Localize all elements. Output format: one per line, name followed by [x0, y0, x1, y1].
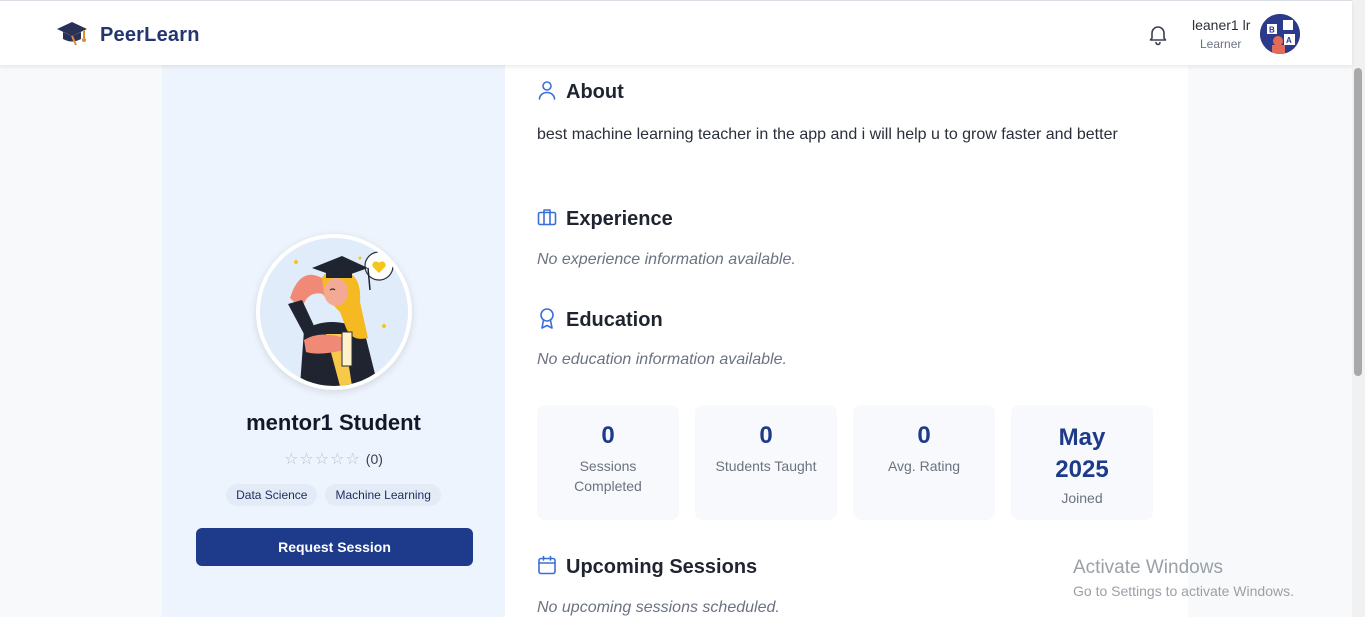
stat-card-sessions: 0 Sessions Completed: [537, 405, 679, 520]
calendar-icon: [537, 555, 557, 580]
brand-logo[interactable]: PeerLearn: [56, 19, 200, 52]
windows-activation-watermark: Activate Windows Go to Settings to activ…: [1073, 557, 1294, 599]
user-role: Learner: [1200, 37, 1242, 51]
rating-count: (0): [365, 451, 383, 467]
request-session-button[interactable]: Request Session: [196, 528, 473, 566]
upcoming-empty-text: No upcoming sessions scheduled.: [537, 599, 780, 616]
award-ribbon-icon: [537, 307, 557, 334]
brand-name: PeerLearn: [100, 24, 200, 46]
education-empty-text: No education information available.: [537, 351, 787, 368]
stat-label: Joined: [1061, 490, 1103, 506]
skill-tag: Machine Learning: [325, 484, 441, 506]
user-name[interactable]: leaner1 lr: [1192, 17, 1250, 33]
experience-heading: Experience: [537, 207, 673, 232]
watermark-subtitle: Go to Settings to activate Windows.: [1073, 583, 1294, 599]
about-heading: About: [537, 79, 624, 106]
mentor-avatar: [256, 234, 412, 390]
stat-value: 0: [917, 422, 931, 449]
experience-empty-text: No experience information available.: [537, 251, 796, 268]
svg-text:B: B: [1269, 26, 1275, 35]
stat-value: 0: [759, 422, 773, 449]
svg-text:A: A: [1286, 36, 1292, 45]
mentor-profile-card: mentor1 Student ☆☆☆☆☆ (0) Data Science M…: [162, 65, 1188, 617]
skill-tags: Data Science Machine Learning: [162, 484, 505, 506]
mentor-name: mentor1 Student: [246, 410, 421, 435]
experience-title: Experience: [566, 208, 673, 230]
watermark-title: Activate Windows: [1073, 557, 1223, 578]
upcoming-title: Upcoming Sessions: [566, 556, 758, 578]
about-title: About: [566, 81, 624, 103]
stats-row: 0 Sessions Completed 0 Students Taught 0…: [537, 405, 1153, 520]
user-icon: [537, 79, 557, 106]
page-scrollbar-thumb[interactable]: [1354, 68, 1362, 376]
briefcase-icon: [537, 207, 557, 232]
stat-card-rating: 0 Avg. Rating: [853, 405, 995, 520]
star-rating-icon: ☆☆☆☆☆: [284, 451, 361, 468]
upcoming-heading: Upcoming Sessions: [537, 555, 757, 580]
top-navbar: PeerLearn leaner1 lr Learner B A: [0, 0, 1352, 65]
stat-value: 0: [601, 422, 615, 449]
stat-label: Sessions Completed: [574, 458, 642, 494]
rating-summary: ☆☆☆☆☆ (0): [162, 449, 505, 469]
stat-card-joined: May 2025 Joined: [1011, 405, 1153, 520]
graduation-cap-icon: [56, 19, 88, 52]
stat-label: Students Taught: [715, 458, 817, 474]
skill-tag: Data Science: [226, 484, 318, 506]
bell-icon[interactable]: [1146, 22, 1170, 46]
education-heading: Education: [537, 307, 663, 334]
about-text: best machine learning teacher in the app…: [537, 126, 1118, 143]
profile-sidebar: mentor1 Student ☆☆☆☆☆ (0) Data Science M…: [162, 65, 505, 617]
stat-label: Avg. Rating: [887, 458, 961, 474]
stat-card-students: 0 Students Taught: [695, 405, 837, 520]
education-title: Education: [566, 309, 663, 331]
user-avatar[interactable]: B A: [1260, 14, 1300, 54]
stat-value: May 2025: [1055, 424, 1109, 483]
